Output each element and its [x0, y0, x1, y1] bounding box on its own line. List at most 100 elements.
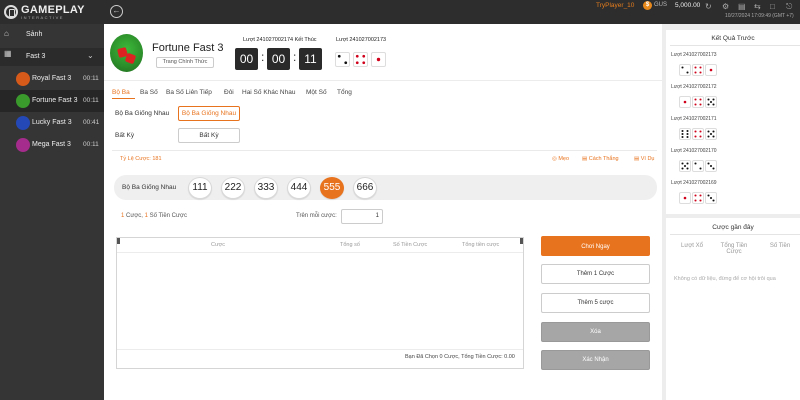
- dice-face-4-icon: [692, 96, 704, 108]
- odds-rate: Tỷ Lệ Cược: 181: [120, 156, 162, 162]
- game-icon: [16, 72, 30, 86]
- tab-mot-so[interactable]: Một Số: [306, 89, 327, 96]
- number-option-333[interactable]: 333: [254, 177, 278, 199]
- dice-face-1-icon: [679, 192, 691, 204]
- example-link[interactable]: ▤ Ví Dụ: [634, 156, 655, 162]
- sidebar-game-mega-fast3[interactable]: Mega Fast 3 00:11: [0, 134, 104, 156]
- timer-separator: :: [293, 50, 297, 64]
- game-name: Lucky Fast 3: [32, 119, 72, 126]
- dice-face-5-icon: [705, 128, 717, 140]
- tab-ba-so[interactable]: Ba Số: [140, 89, 158, 96]
- subtype-any-button[interactable]: Bất Kỳ: [178, 128, 240, 143]
- refresh-icon[interactable]: ↻: [705, 2, 712, 11]
- clear-button[interactable]: Xóa: [541, 322, 650, 342]
- bet-summary: Bạn Đã Chọn 0 Cược, Tổng Tiền Cược: 0.00: [405, 354, 515, 360]
- dice-game-icon: [110, 34, 143, 72]
- dice-face-2-icon: [692, 160, 704, 172]
- game-icon: [16, 138, 30, 152]
- timer-hours: 00: [235, 48, 258, 70]
- official-site-button[interactable]: Trang Chính Thức: [156, 57, 214, 68]
- number-option-666[interactable]: 666: [353, 177, 377, 199]
- round-end-label: Lượt 241027002174 Kết Thúc: [243, 37, 317, 43]
- recent-header-amount: Số Tiền: [769, 243, 791, 249]
- dice-face-5-icon: [705, 96, 717, 108]
- divider: [112, 150, 657, 151]
- game-icon: [16, 94, 30, 108]
- bet-amount-text: Số Tiền Cược: [147, 213, 187, 219]
- logout-icon[interactable]: ⎋: [786, 2, 792, 12]
- subtype-label-any: Bất Kỳ: [115, 132, 135, 139]
- game-timer: 00:11: [83, 75, 99, 82]
- timer-seconds: 11: [299, 48, 322, 70]
- sidebar-category-fast3[interactable]: ▦ Fast 3 ⌄: [0, 48, 104, 66]
- dice-face-1-icon: [371, 52, 386, 67]
- game-title: Fortune Fast 3: [152, 42, 224, 54]
- game-timer: 00:41: [83, 119, 100, 126]
- divider: [104, 80, 662, 81]
- add-1-bet-button[interactable]: Thêm 1 Cược: [541, 264, 650, 284]
- document-icon[interactable]: ▤: [738, 2, 746, 11]
- tab-doi[interactable]: Đôi: [224, 89, 234, 96]
- table-corner: [117, 238, 120, 244]
- bet-count-text: Cược,: [124, 213, 145, 219]
- number-option-555[interactable]: 555: [320, 177, 344, 199]
- sidebar-game-royal-fast3[interactable]: Royal Fast 3 00:11: [0, 68, 104, 90]
- fullscreen-icon[interactable]: □: [770, 2, 775, 11]
- confirm-button[interactable]: Xác Nhận: [541, 350, 650, 370]
- divider: [670, 45, 800, 46]
- home-icon: ⌂: [4, 29, 9, 38]
- sidebar-item-home[interactable]: ⌂ Sảnh: [0, 28, 104, 44]
- active-tab-indicator: [112, 98, 135, 99]
- transfer-icon[interactable]: ⇆: [754, 2, 761, 11]
- dice-face-4-icon: [353, 52, 368, 67]
- recent-header-total: Tổng Tiền Cược: [720, 243, 748, 255]
- tips-label: Mẹo: [558, 156, 570, 162]
- previous-round-label: Lượt 241027002173: [336, 37, 387, 43]
- dice-face-2-icon: [679, 64, 691, 76]
- tab-tong[interactable]: Tổng: [337, 89, 352, 96]
- recent-bets-title: Cược gần đây: [712, 224, 754, 231]
- dice-face-5-icon: [679, 160, 691, 172]
- currency-label: GUS: [654, 2, 668, 8]
- game-name: Fortune Fast 3: [32, 97, 78, 104]
- back-button[interactable]: ←: [110, 5, 123, 18]
- how-to-win-link[interactable]: ▤ Cách Thắng: [582, 156, 619, 162]
- tab-bo-ba[interactable]: Bộ Ba: [112, 89, 130, 96]
- example-label: Ví Dụ: [640, 156, 655, 162]
- result-round-label: Lượt 241027002172: [671, 84, 717, 90]
- number-option-222[interactable]: 222: [221, 177, 245, 199]
- subtype-triple-button[interactable]: Bộ Ba Giống Nhau: [178, 106, 240, 121]
- dice-face-6-icon: [679, 128, 691, 140]
- tips-link[interactable]: ◎ Mẹo: [552, 156, 569, 162]
- grid-icon: ▦: [4, 49, 12, 58]
- result-round-label: Lượt 241027002173: [671, 52, 717, 58]
- dice-face-1-icon: [679, 96, 691, 108]
- logo-subtext: INTERACTIVE: [21, 15, 64, 20]
- number-option-444[interactable]: 444: [287, 177, 311, 199]
- col-header-total-amount: Tổng tiền cược: [462, 242, 500, 248]
- tab-hai-so-khac-nhau[interactable]: Hai Số Khác Nhau: [242, 89, 295, 96]
- per-bet-input[interactable]: 1: [341, 209, 383, 224]
- sidebar-game-fortune-fast3[interactable]: Fortune Fast 3 00:11: [0, 90, 104, 112]
- game-name: Mega Fast 3: [32, 141, 71, 148]
- subtype-label-triple: Bộ Ba Giống Nhau: [115, 110, 170, 117]
- dice-face-2-icon: [335, 52, 350, 67]
- dice-face-3-icon: [705, 192, 717, 204]
- settings-icon[interactable]: ⚙: [722, 2, 729, 11]
- game-name: Royal Fast 3: [32, 75, 72, 82]
- number-option-111[interactable]: 111: [188, 177, 212, 199]
- result-round-label: Lượt 241027002170: [671, 148, 717, 154]
- result-round-label: Lượt 241027002171: [671, 116, 717, 122]
- per-bet-label: Trên mỗi cược:: [296, 213, 337, 219]
- balance-value: 5,000.00: [675, 2, 701, 9]
- number-row-label: Bộ Ba Giống Nhau: [122, 184, 177, 191]
- datetime: 10/27/2024 17:09:49 (GMT +7): [725, 13, 794, 19]
- how-to-win-label: Cách Thắng: [588, 156, 619, 162]
- dice-face-4-icon: [692, 64, 704, 76]
- sidebar-game-lucky-fast3[interactable]: Lucky Fast 3 00:41: [0, 112, 104, 134]
- add-5-bets-button[interactable]: Thêm 5 cược: [541, 293, 650, 313]
- player-name[interactable]: TryPlayer_10: [596, 2, 634, 9]
- play-now-button[interactable]: Chơi Ngay: [541, 236, 650, 256]
- col-header-bet: Cược: [211, 242, 226, 248]
- tab-ba-so-lien-tiep[interactable]: Ba Số Liên Tiếp: [166, 89, 212, 96]
